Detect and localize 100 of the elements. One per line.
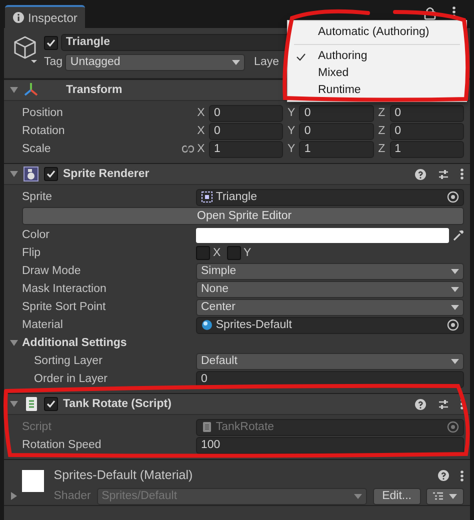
axis-label: X: [213, 246, 221, 260]
number-field[interactable]: 0: [390, 122, 464, 140]
sprite-icon: [201, 191, 213, 204]
edit-button[interactable]: Edit...: [373, 488, 420, 505]
check-icon: [46, 399, 56, 410]
field-label: Scale: [22, 142, 52, 156]
axis-label: Z: [377, 142, 386, 156]
checkbox[interactable]: [44, 36, 58, 50]
object-picker-icon[interactable]: [447, 191, 459, 204]
axis-label: X: [196, 106, 206, 120]
object-field[interactable]: Triangle: [196, 188, 464, 206]
help-icon[interactable]: [415, 398, 426, 410]
menu-item[interactable]: Mixed: [288, 65, 466, 82]
dropdown[interactable]: Simple: [196, 262, 464, 280]
checkbox[interactable]: [226, 246, 241, 260]
lock-icon[interactable]: [424, 6, 436, 20]
axis-label: X: [196, 124, 206, 138]
number-field[interactable]: 1: [299, 140, 374, 158]
material-preview: [22, 470, 44, 492]
axis-label: Y: [286, 124, 296, 138]
eyedropper-icon[interactable]: [452, 229, 464, 242]
caret-icon: [451, 358, 459, 364]
help-icon[interactable]: [415, 168, 426, 180]
dropdown[interactable]: Default: [196, 352, 464, 370]
field-label: Sorting Layer: [34, 354, 104, 368]
number-field[interactable]: 0: [299, 104, 374, 122]
check-icon: [46, 169, 56, 180]
axis-label: Z: [377, 106, 386, 120]
tag-dropdown[interactable]: Untagged: [65, 54, 246, 71]
kebab-menu-icon[interactable]: [452, 6, 456, 18]
info-icon: [13, 12, 24, 23]
component-title: Tank Rotate (Script): [63, 396, 172, 412]
sliders-icon[interactable]: [438, 398, 448, 410]
caret-icon: [451, 286, 459, 292]
field-label: Sprite: [22, 190, 54, 204]
object-field[interactable]: Sprites-Default: [196, 316, 464, 334]
axis-label: Y: [244, 246, 252, 260]
field-label: Script: [22, 420, 52, 434]
open-sprite-editor-button[interactable]: Open Sprite Editor: [22, 207, 464, 226]
field-label: Sprite Sort Point: [22, 300, 107, 314]
field-label: Shader: [54, 488, 91, 504]
list-dropdown[interactable]: [426, 488, 464, 505]
help-icon[interactable]: [438, 470, 448, 481]
field-label: Position: [22, 106, 64, 120]
field-label: Draw Mode: [22, 264, 82, 278]
number-field[interactable]: 0: [209, 104, 284, 122]
axis-label: Y: [286, 106, 296, 120]
caret-icon: [449, 494, 457, 499]
caret-icon: [232, 60, 240, 65]
menu-item[interactable]: Authoring: [288, 48, 466, 65]
axis-label: X: [196, 142, 206, 156]
object-picker-icon[interactable]: [447, 319, 459, 332]
foldout-icon[interactable]: [10, 339, 18, 348]
cube-icon: [12, 34, 38, 64]
dropdown[interactable]: Center: [196, 298, 464, 316]
caret-icon: [451, 268, 459, 274]
menu-item[interactable]: Runtime: [288, 82, 466, 99]
field-label: Flip: [22, 246, 42, 260]
color-field[interactable]: [196, 228, 449, 243]
material-title: Sprites-Default (Material): [54, 467, 193, 484]
foldout-icon[interactable]: [10, 492, 18, 500]
unlink-icon[interactable]: [182, 144, 194, 154]
kebab-menu-icon[interactable]: [460, 168, 464, 180]
axis-label: Y: [286, 142, 296, 156]
script-icon: [201, 421, 213, 434]
layer-label: Laye: [254, 54, 279, 70]
tag-label: Tag: [44, 54, 63, 70]
field-label: Rotation Speed: [22, 438, 102, 452]
number-field[interactable]: 0: [390, 104, 464, 122]
field-label: Order in Layer: [34, 372, 109, 386]
checkbox[interactable]: [44, 397, 58, 412]
foldout-icon[interactable]: [10, 170, 18, 178]
number-field[interactable]: 0: [299, 122, 374, 140]
inspector-tab[interactable]: Inspector: [5, 5, 86, 28]
component-title: Transform: [66, 82, 122, 98]
kebab-menu-icon[interactable]: [460, 470, 464, 482]
foldout-icon[interactable]: [10, 400, 18, 408]
number-field[interactable]: 100: [196, 436, 464, 454]
number-field[interactable]: 0: [209, 122, 284, 140]
caret-icon: [451, 304, 459, 310]
number-field[interactable]: 1: [209, 140, 284, 158]
section-heading[interactable]: Additional Settings: [22, 334, 127, 352]
caret-icon: [354, 494, 362, 499]
list-icon: [433, 492, 444, 500]
sprite-renderer-icon: [23, 166, 39, 182]
script-icon: [23, 396, 39, 412]
foldout-icon[interactable]: [10, 86, 18, 94]
checkbox[interactable]: [44, 167, 58, 182]
component-title: Sprite Renderer: [63, 166, 150, 182]
check-icon: [46, 38, 56, 48]
field-label: Material: [22, 318, 64, 332]
field-label: Color: [22, 228, 50, 242]
axes-icon: [23, 82, 39, 98]
sliders-icon[interactable]: [438, 168, 448, 180]
dropdown[interactable]: None: [196, 280, 464, 298]
checkbox[interactable]: [196, 246, 210, 260]
field-label: Mask Interaction: [22, 282, 108, 296]
number-field[interactable]: 1: [390, 140, 464, 158]
material-icon: [201, 319, 213, 332]
field-label: Rotation: [22, 124, 66, 138]
